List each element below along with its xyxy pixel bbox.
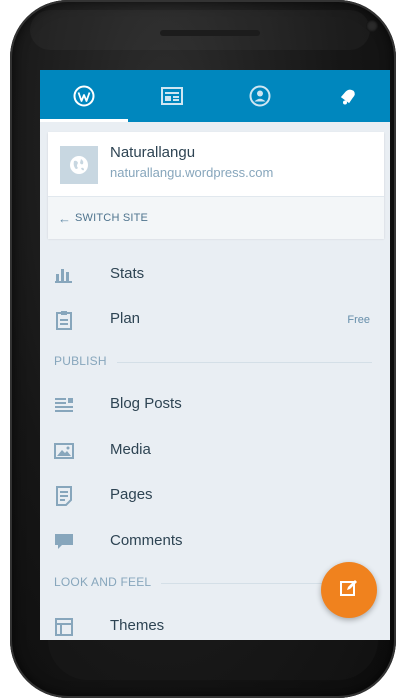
tab-my-sites[interactable]: [40, 70, 128, 122]
app-screen: Naturallangu naturallangu.wordpress.com …: [40, 70, 390, 640]
menu-label-stats: Stats: [110, 265, 145, 282]
section-publish: PUBLISH: [54, 354, 372, 374]
media-icon: [54, 441, 74, 461]
pages-icon: [54, 486, 74, 506]
menu-label-pages: Pages: [110, 486, 153, 503]
arrow-left-icon: ←: [58, 210, 71, 226]
menu-label-comments: Comments: [110, 532, 183, 549]
site-name: Naturallangu: [110, 144, 196, 161]
me-profile-icon: [249, 85, 271, 107]
posts-icon: [54, 395, 74, 415]
site-card[interactable]: Naturallangu naturallangu.wordpress.com …: [48, 132, 384, 239]
compose-fab-button[interactable]: [321, 562, 377, 618]
globe-icon: [60, 146, 98, 184]
wordpress-logo-icon: [73, 85, 95, 107]
phone-bottom-bezel: [48, 640, 378, 680]
site-url: naturallangu.wordpress.com: [110, 165, 274, 180]
menu-label-plan: Plan: [110, 310, 141, 327]
tab-notifications[interactable]: [304, 70, 390, 122]
themes-icon: [54, 617, 74, 637]
switch-site-label: SWITCH SITE: [75, 212, 149, 224]
menu-item-comments[interactable]: Comments: [40, 520, 390, 564]
plan-icon: [54, 310, 74, 330]
menu-label-blog-posts: Blog Posts: [110, 395, 182, 412]
section-look-and-feel-label: LOOK AND FEEL: [54, 575, 162, 589]
phone-speaker: [160, 30, 260, 36]
menu-item-media[interactable]: Media: [40, 429, 390, 473]
menu-item-pages[interactable]: Pages: [40, 474, 390, 518]
notifications-bell-icon: [337, 85, 359, 107]
device-stage: Naturallangu naturallangu.wordpress.com …: [0, 0, 407, 700]
camera-icon: [366, 20, 378, 32]
tab-reader[interactable]: [128, 70, 216, 122]
top-tab-bar: [40, 70, 390, 122]
menu-item-stats[interactable]: Stats: [40, 253, 390, 297]
menu-label-themes: Themes: [110, 617, 165, 634]
menu-label-media: Media: [110, 441, 151, 458]
tab-me[interactable]: [216, 70, 304, 122]
reader-icon: [161, 87, 183, 105]
section-publish-label: PUBLISH: [54, 354, 117, 368]
compose-edit-icon: [339, 578, 359, 603]
comments-icon: [54, 532, 74, 552]
plan-badge: Free: [347, 314, 370, 326]
menu-item-blog-posts[interactable]: Blog Posts: [40, 383, 390, 427]
menu-item-plan[interactable]: Plan Free: [40, 298, 390, 342]
switch-site-button[interactable]: ← SWITCH SITE: [48, 196, 384, 239]
stats-icon: [54, 265, 74, 285]
